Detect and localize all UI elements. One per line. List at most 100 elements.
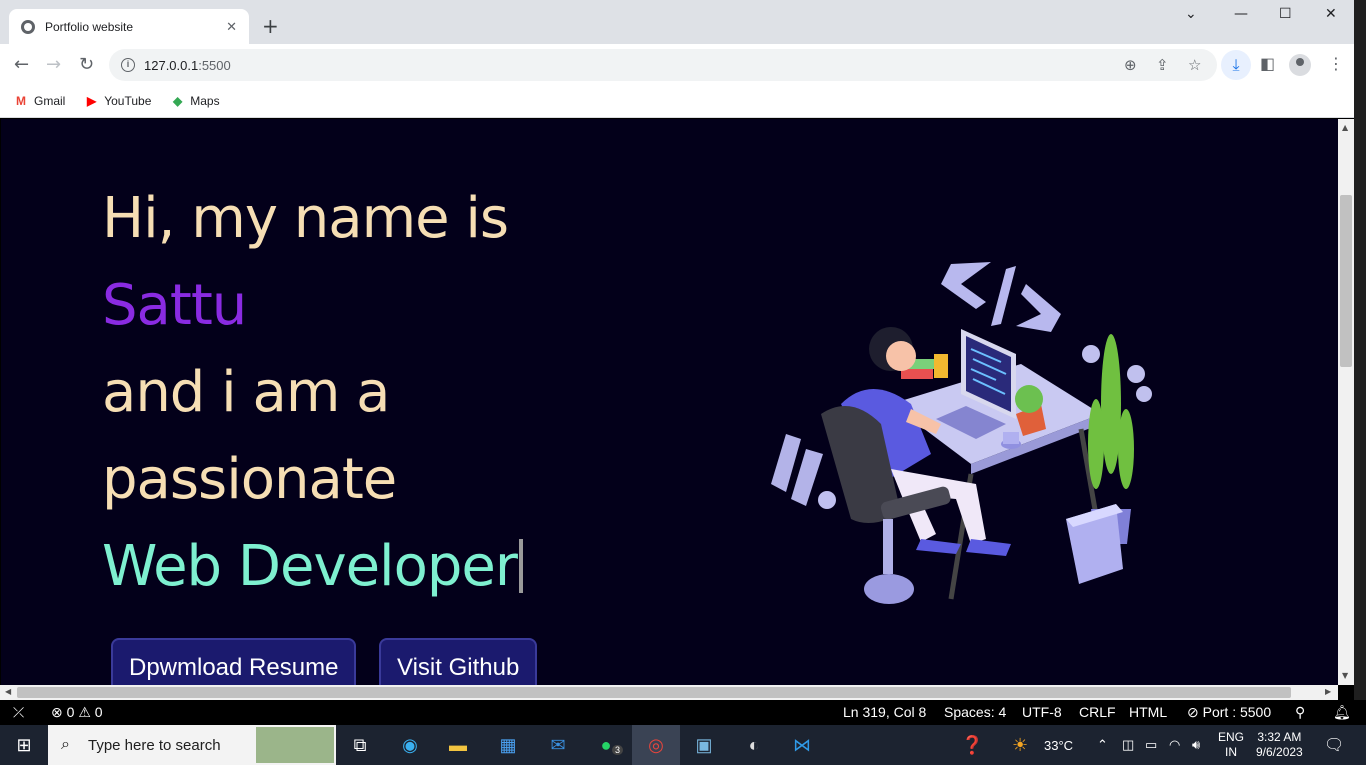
maximize-icon[interactable]: ☐ bbox=[1279, 6, 1292, 22]
menu-kebab-icon[interactable]: ⋮ bbox=[1328, 54, 1344, 73]
search-placeholder: Type here to search bbox=[88, 736, 221, 754]
vertical-scroll-thumb[interactable] bbox=[1340, 195, 1352, 367]
mail-icon[interactable]: ✉ bbox=[534, 725, 582, 765]
bookmark-label: Gmail bbox=[34, 94, 66, 108]
hero-role: Web Developer bbox=[102, 534, 518, 599]
meet-icon[interactable]: ◫ bbox=[1122, 725, 1134, 765]
hero-line-adjective: passionate bbox=[102, 447, 397, 512]
side-panel-icon[interactable]: ◧ bbox=[1260, 54, 1275, 73]
bookmark-gmail[interactable]: M Gmail bbox=[16, 94, 65, 108]
search-icon: ⌕ bbox=[61, 736, 70, 753]
bookmark-youtube[interactable]: ▶ YouTube bbox=[87, 94, 151, 108]
bookmark-star-icon[interactable]: ☆ bbox=[1188, 56, 1201, 74]
clock[interactable]: 3:32 AM 9/6/2023 bbox=[1256, 725, 1303, 765]
developer-illustration bbox=[771, 262, 1152, 604]
whatsapp-badge: 3 bbox=[612, 745, 624, 755]
bookmarks-bar: M Gmail ▶ YouTube ◆ Maps bbox=[0, 86, 1354, 118]
windows-taskbar: ⊞ ⌕ Type here to search ⧉ ◉ ▬ ▦ ✉ ● 3 ◎ ▣… bbox=[0, 725, 1366, 765]
weather-temp[interactable]: 33°C bbox=[1044, 725, 1073, 765]
remote-desktop-icon[interactable]: ▣ bbox=[680, 725, 728, 765]
bookmark-label: YouTube bbox=[104, 94, 152, 108]
new-tab-button[interactable]: + bbox=[262, 14, 279, 38]
language-mode[interactable]: HTML bbox=[1129, 704, 1167, 720]
clock-time: 3:32 AM bbox=[1257, 730, 1302, 744]
horizontal-scrollbar[interactable]: ◀ ▶ bbox=[0, 685, 1338, 700]
bookmark-maps[interactable]: ◆ Maps bbox=[173, 94, 220, 108]
hero-heading: Hi, my name is Sattu and i am a passiona… bbox=[102, 175, 523, 610]
decor-bars-icon bbox=[771, 434, 836, 509]
window-close-icon[interactable]: ✕ bbox=[1325, 6, 1337, 22]
bookmark-label: Maps bbox=[190, 94, 220, 108]
task-view-icon[interactable]: ⧉ bbox=[336, 725, 384, 765]
scroll-right-icon[interactable]: ▶ bbox=[1325, 687, 1331, 696]
code-brackets-icon bbox=[941, 262, 1061, 332]
tab-search-chevron-icon[interactable]: ⌄ bbox=[1185, 6, 1197, 22]
scroll-down-icon[interactable]: ▼ bbox=[1342, 671, 1348, 680]
battery-icon[interactable]: ▭ bbox=[1145, 725, 1157, 765]
warning-icon: ⚠ bbox=[78, 704, 91, 720]
profile-avatar-icon[interactable] bbox=[1289, 54, 1311, 76]
youtube-icon: ▶ bbox=[87, 94, 97, 108]
line-ending[interactable]: CRLF bbox=[1079, 704, 1116, 720]
encoding[interactable]: UTF-8 bbox=[1022, 704, 1062, 720]
gmail-icon: M bbox=[16, 94, 26, 108]
notification-center-icon[interactable]: 🗨︎ bbox=[1324, 725, 1344, 765]
live-server-port[interactable]: ⊘ Port : 5500 bbox=[1187, 704, 1271, 721]
microsoft-store-icon[interactable]: ▦ bbox=[484, 725, 532, 765]
feedback-icon[interactable]: ⚲ bbox=[1295, 704, 1305, 721]
back-arrow-icon[interactable]: ← bbox=[14, 54, 29, 75]
maps-icon: ◆ bbox=[173, 94, 183, 108]
tray-overflow-icon[interactable]: ⌃ bbox=[1097, 725, 1108, 765]
zoom-icon[interactable]: ⊕ bbox=[1124, 56, 1137, 74]
address-bar[interactable]: i 127.0.0.1:5500 bbox=[109, 49, 1217, 81]
remote-icon[interactable]: ⤫ bbox=[13, 704, 24, 721]
forward-arrow-icon[interactable]: → bbox=[46, 54, 61, 75]
vertical-scrollbar[interactable]: ▲ ▼ bbox=[1338, 119, 1354, 685]
edge-browser-icon[interactable]: ◉ bbox=[386, 725, 434, 765]
tab-title: Portfolio website bbox=[45, 19, 134, 34]
wifi-icon[interactable]: ◠ bbox=[1169, 725, 1180, 765]
indentation[interactable]: Spaces: 4 bbox=[944, 704, 1006, 720]
vscode-icon[interactable]: ⋈ bbox=[778, 725, 826, 765]
notifications-bell-icon[interactable]: 🔔︎ bbox=[1333, 704, 1351, 721]
site-info-icon[interactable]: i bbox=[121, 58, 135, 72]
help-icon[interactable]: ❓ bbox=[961, 725, 983, 765]
taskbar-search-box[interactable]: ⌕ Type here to search bbox=[48, 725, 336, 765]
visit-github-button[interactable]: Visit Github bbox=[379, 638, 538, 685]
minimize-icon[interactable]: — bbox=[1234, 6, 1248, 22]
scroll-left-icon[interactable]: ◀ bbox=[5, 687, 11, 696]
editor-status-bar: ⤫ ⊗ 0 ⚠ 0 Ln 319, Col 8 Spaces: 4 UTF-8 … bbox=[0, 700, 1366, 725]
url-host: 127.0.0.1 bbox=[144, 57, 199, 73]
scroll-up-icon[interactable]: ▲ bbox=[1342, 123, 1348, 132]
hero-name: Sattu bbox=[102, 273, 247, 338]
clock-date: 9/6/2023 bbox=[1256, 745, 1303, 759]
url-port: :5500 bbox=[198, 57, 231, 73]
cursor-position[interactable]: Ln 319, Col 8 bbox=[843, 704, 926, 720]
file-explorer-icon[interactable]: ▬ bbox=[434, 725, 482, 765]
problems-indicator[interactable]: ⊗ 0 ⚠ 0 bbox=[51, 704, 103, 721]
chrome-icon[interactable]: ◎ bbox=[632, 725, 680, 765]
window-edge bbox=[1354, 0, 1366, 700]
globe-icon bbox=[21, 19, 35, 34]
port-icon: ⊘ bbox=[1187, 704, 1199, 720]
horizontal-scroll-thumb[interactable] bbox=[17, 687, 1291, 698]
portfolio-page: Hi, my name is Sattu and i am a passiona… bbox=[1, 119, 1338, 685]
tab-close-icon[interactable]: ✕ bbox=[226, 19, 237, 35]
browser-tab-strip: Portfolio website ✕ + ⌄ — ☐ ✕ bbox=[0, 0, 1354, 44]
hero-line-intro: and i am a bbox=[102, 360, 390, 425]
reload-icon[interactable]: ↻ bbox=[79, 54, 94, 75]
windows-start-icon[interactable]: ⊞ bbox=[0, 725, 48, 765]
obs-icon[interactable]: ◐ bbox=[730, 725, 778, 765]
download-icon[interactable]: ⤓ bbox=[1221, 50, 1251, 80]
volume-icon[interactable]: 🔊︎ bbox=[1192, 725, 1200, 765]
typing-cursor bbox=[518, 539, 523, 593]
download-resume-button[interactable]: Dpwmload Resume bbox=[111, 638, 357, 685]
language-indicator[interactable]: ENG IN bbox=[1218, 725, 1244, 765]
hero-line-greeting: Hi, my name is bbox=[102, 186, 509, 251]
browser-tab[interactable]: Portfolio website ✕ bbox=[9, 9, 249, 44]
search-highlight-image bbox=[256, 727, 334, 763]
whatsapp-icon[interactable]: ● 3 bbox=[582, 725, 630, 765]
share-icon[interactable]: ⇪ bbox=[1156, 56, 1169, 74]
error-icon: ⊗ bbox=[51, 704, 63, 720]
weather-icon[interactable]: ☀ bbox=[1012, 725, 1028, 765]
